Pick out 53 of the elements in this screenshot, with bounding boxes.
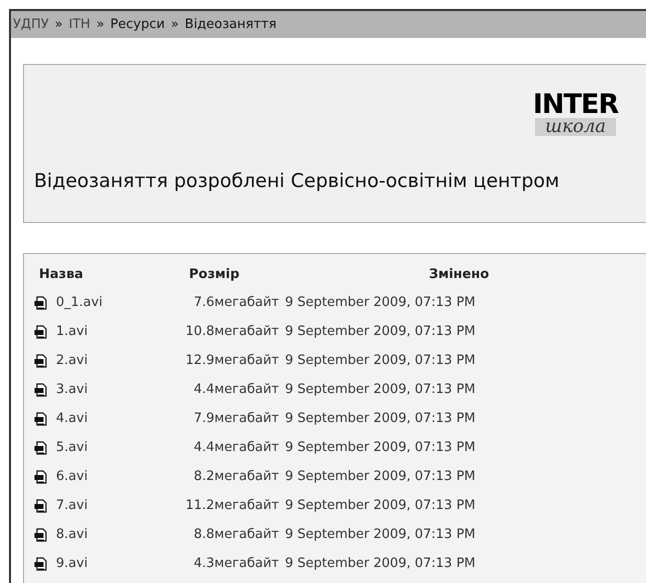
file-name-link[interactable]: 9.avi xyxy=(56,554,88,574)
modified-date: 9 September 2009, 07:13 PM xyxy=(284,468,476,486)
video-file-icon xyxy=(34,324,48,338)
file-size: 7.9мегабайт xyxy=(192,410,279,428)
modified-date: 9 September 2009, 07:13 PM xyxy=(284,410,476,428)
caption: Відеозаняття розроблені Сервісно-освітнім центром xyxy=(33,169,560,194)
file-size: 4.4мегабайт xyxy=(192,438,279,457)
video-file-icon xyxy=(34,556,48,570)
column-header[interactable]: Назва xyxy=(24,265,109,285)
file-name-link[interactable]: 6.avi xyxy=(56,466,88,486)
modified-date: 9 September 2009, 07:13 PM xyxy=(284,554,476,573)
modified-date: 9 September 2009, 07:13 PM xyxy=(284,496,476,515)
video-file-icon xyxy=(34,354,48,368)
modified-date: 9 September 2009, 07:13 PM xyxy=(284,438,476,457)
breadcrumb-separator: » xyxy=(96,16,104,34)
breadcrumb-link[interactable]: Відеозаняття xyxy=(184,14,276,34)
logo-title: INTER xyxy=(532,91,618,118)
breadcrumb-separator: » xyxy=(54,16,63,34)
file-name-link[interactable]: 7.avi xyxy=(56,496,88,516)
column-header[interactable]: Змінено xyxy=(269,265,489,285)
modified-date: 9 September 2009, 07:13 PM xyxy=(284,294,476,312)
column-header[interactable]: Розмір xyxy=(109,265,269,285)
file-name-link[interactable]: 4.avi xyxy=(56,408,88,428)
video-file-icon xyxy=(34,498,48,512)
video-file-icon xyxy=(34,382,48,396)
file-size: 4.4мегабайт xyxy=(192,380,279,399)
file-size: 4.3мегабайт xyxy=(192,554,279,573)
modified-date: 9 September 2009, 07:13 PM xyxy=(284,380,476,399)
file-size: 11.2мегабайт xyxy=(184,496,279,515)
video-file-icon xyxy=(34,296,48,310)
file-size: 10.8мегабайт xyxy=(184,322,279,341)
modified-date: 9 September 2009, 07:13 PM xyxy=(284,322,476,341)
breadcrumb-link[interactable]: ІТН xyxy=(68,14,90,34)
file-name-link[interactable]: 8.avi xyxy=(56,524,88,544)
file-name-link[interactable]: 3.avi xyxy=(56,380,88,400)
breadcrumb-link[interactable]: Ресурси xyxy=(110,14,165,34)
file-size: 8.8мегабайт xyxy=(192,526,279,544)
breadcrumb-link[interactable]: УДПУ xyxy=(13,14,49,34)
file-name-link[interactable]: 2.avi xyxy=(56,350,88,370)
modified-date: 9 September 2009, 07:13 PM xyxy=(284,352,476,370)
file-size: 12.9мегабайт xyxy=(184,352,279,370)
file-name-link[interactable]: 1.avi xyxy=(56,322,88,342)
breadcrumb-separator: » xyxy=(170,16,179,34)
video-file-icon xyxy=(34,412,48,426)
video-file-icon xyxy=(34,470,48,484)
modified-date: 9 September 2009, 07:13 PM xyxy=(284,526,476,544)
video-file-icon xyxy=(34,440,48,454)
video-file-icon xyxy=(34,528,48,542)
logo-subtitle: школа xyxy=(535,118,616,136)
file-size: 8.2мегабайт xyxy=(192,468,279,486)
file-name-link[interactable]: 0_1.avi xyxy=(56,292,102,312)
file-name-link[interactable]: 5.avi xyxy=(56,438,88,458)
file-size: 7.6мегабайт xyxy=(192,294,279,312)
